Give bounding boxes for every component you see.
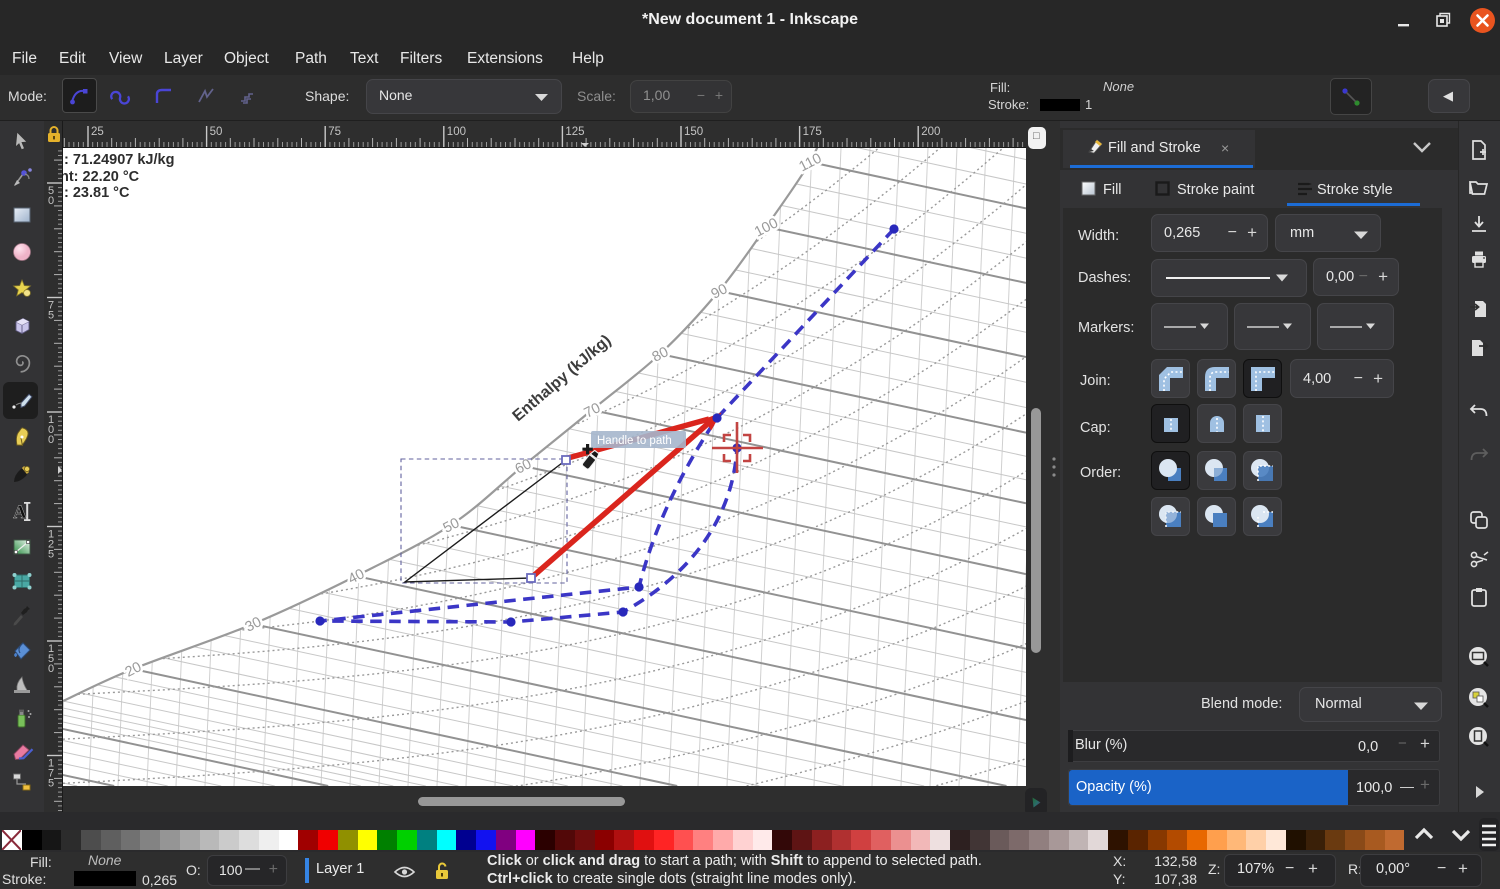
svg-text:75: 75 <box>328 126 341 138</box>
svg-text:175: 175 <box>803 126 822 138</box>
svg-text:: 23.81 °C: : 23.81 °C <box>64 185 130 201</box>
svg-text:0: 0 <box>48 434 54 446</box>
svg-text:110: 110 <box>797 151 825 176</box>
svg-text:100: 100 <box>447 126 466 138</box>
svg-text:40: 40 <box>346 566 368 588</box>
svg-text:5: 5 <box>48 310 54 322</box>
svg-text:Handle to path: Handle to path <box>597 435 672 447</box>
svg-text:20: 20 <box>123 659 145 681</box>
svg-text:0: 0 <box>48 195 54 207</box>
svg-text:30: 30 <box>243 614 265 636</box>
svg-text:5: 5 <box>48 778 54 790</box>
svg-text:5: 5 <box>48 549 54 561</box>
svg-text:200: 200 <box>921 126 940 138</box>
svg-text:150: 150 <box>684 126 703 138</box>
svg-text:50: 50 <box>210 126 223 138</box>
svg-text:25: 25 <box>91 126 104 138</box>
svg-text:0: 0 <box>48 663 54 675</box>
svg-text:125: 125 <box>565 126 584 138</box>
svg-text:: 71.24907 kJ/kg: : 71.24907 kJ/kg <box>64 152 174 168</box>
svg-text:100: 100 <box>752 215 781 240</box>
svg-text:ht: 22.20 °C: ht: 22.20 °C <box>63 169 140 185</box>
